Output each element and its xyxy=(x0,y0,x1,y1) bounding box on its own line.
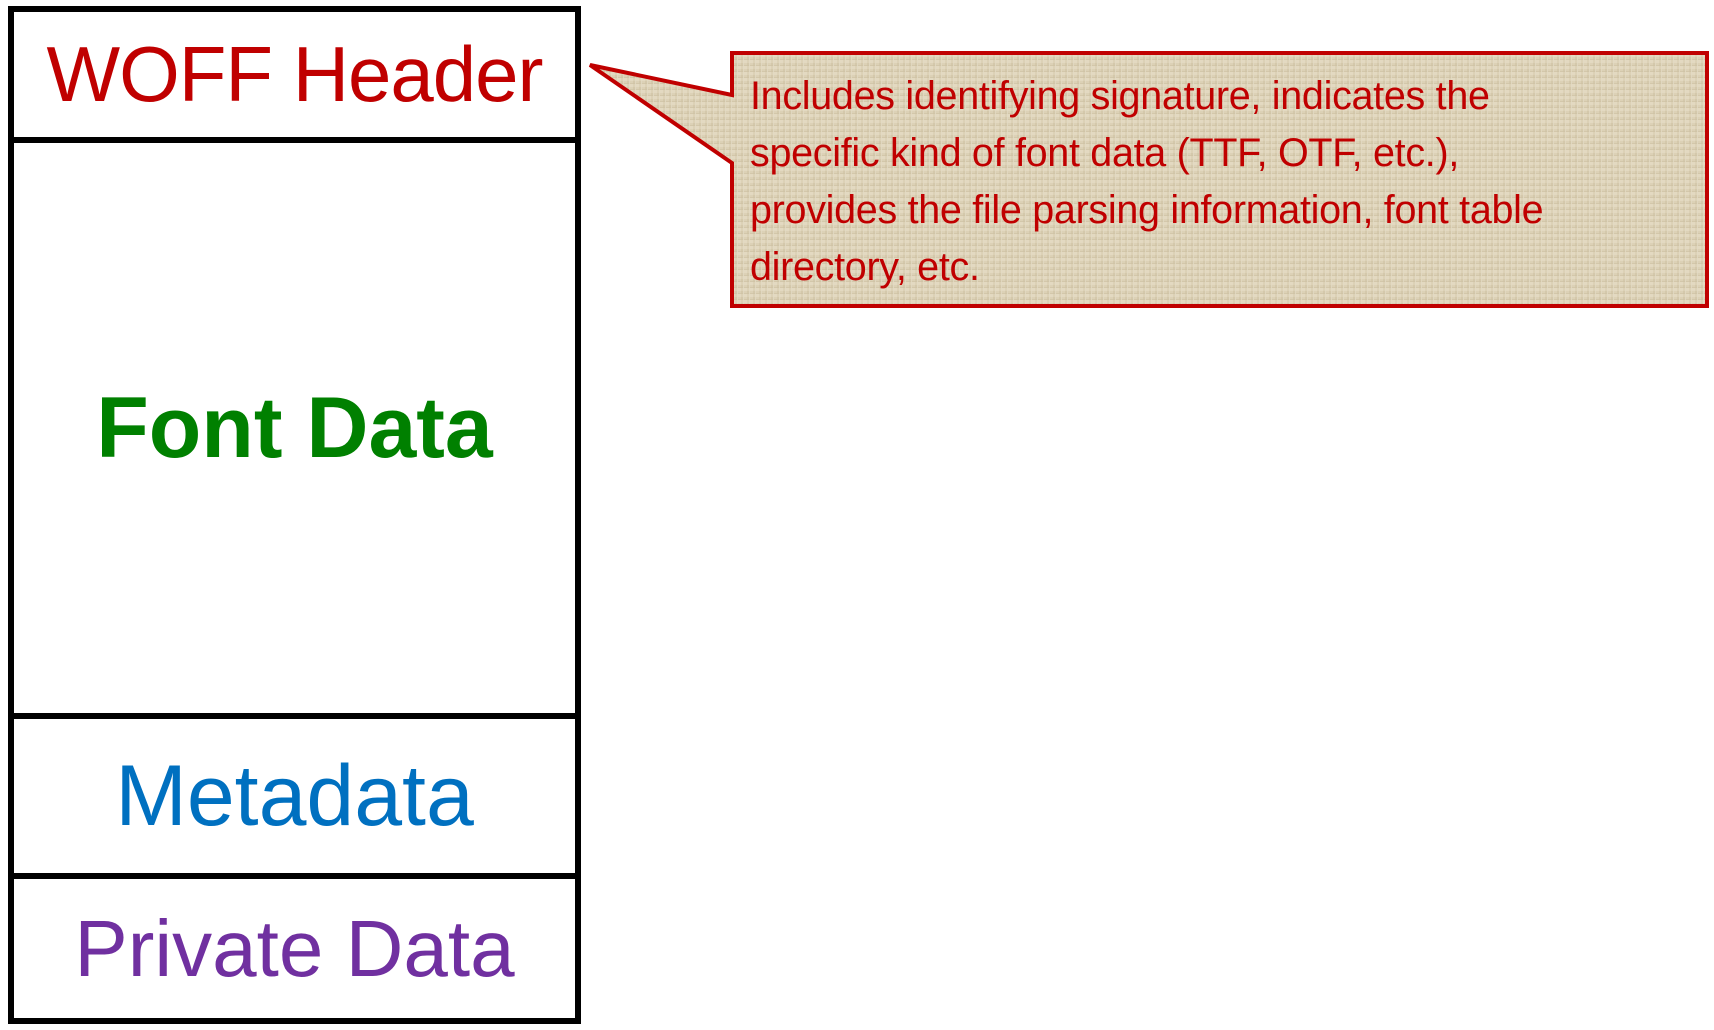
private-data-block: Private Data xyxy=(14,873,575,1018)
woff-header-label: WOFF Header xyxy=(46,30,543,118)
callout-text: Includes identifying signature, indicate… xyxy=(750,74,1544,289)
metadata-block: Metadata xyxy=(14,713,575,873)
private-data-label: Private Data xyxy=(74,903,515,993)
woff-header-block: WOFF Header xyxy=(14,12,575,137)
font-data-block: Font Data xyxy=(14,137,575,713)
metadata-label: Metadata xyxy=(115,747,474,844)
woff-file-structure: WOFF Header Font Data Metadata Private D… xyxy=(8,6,581,1024)
font-data-label: Font Data xyxy=(96,379,493,476)
